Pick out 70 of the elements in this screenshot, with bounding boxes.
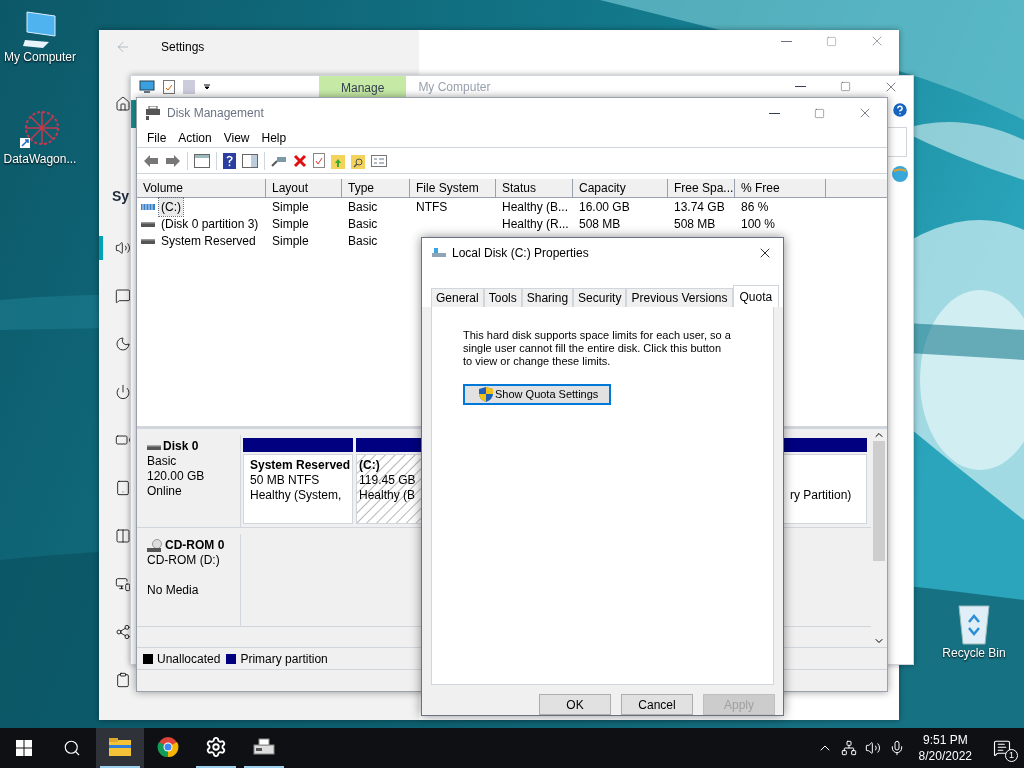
partition-block[interactable]: System Reserved 50 MB NTFS Healthy (System, [243,454,353,524]
column-header[interactable]: % Free [735,179,826,197]
column-header[interactable]: File System [410,179,496,197]
column-header[interactable]: Free Spa... [668,179,735,197]
icon-label: Recycle Bin [942,646,1006,661]
disk-type: CD-ROM (D:) [147,553,221,568]
ribbon-tab[interactable]: Manage [319,76,407,97]
table-cell: Healthy (R... [502,216,569,231]
notification-badge: 1 [1005,749,1018,762]
table-cell: Basic [348,199,378,214]
section-heading: Sy [112,188,130,204]
table-cell[interactable]: System Reserved [159,231,258,250]
tab[interactable]: Sharing [521,288,574,308]
icon-label: DataWagon... [3,152,77,167]
partition-block[interactable]: ry Partition) [783,454,867,524]
menu-item[interactable]: File [141,128,173,147]
quota-settings-button[interactable]: Show Quota Settings [463,384,611,406]
icon-label: My Computer [4,50,76,65]
table-cell: Simple [272,216,309,231]
tab[interactable]: Security [573,288,627,308]
table-cell[interactable]: (Disk 0 partition 3) [159,214,261,233]
table-cell: 508 MB [579,216,621,231]
column-header[interactable]: Capacity [573,179,668,197]
disk-name: Disk 0 [163,439,199,454]
table-cell: Simple [272,233,309,248]
table-cell: Basic [348,216,378,231]
tab[interactable]: Tools [483,288,522,308]
column-header[interactable]: Type [342,179,410,197]
table-cell: 100 % [741,216,776,231]
tab[interactable]: Previous Versions [626,288,733,308]
table-cell: Simple [272,199,309,214]
table-cell: 86 % [741,199,769,214]
clock-time: 9:51 PM [922,732,968,748]
legend-label: Primary partition [240,650,328,668]
window-title: Disk Management [167,105,264,122]
disk-status: No Media [147,583,200,598]
dialog-button[interactable]: OK [539,694,611,715]
partition-block[interactable]: (C:) 119.45 GB Healthy (B [356,454,422,524]
column-header[interactable]: Status [496,179,573,197]
description-text: This hard disk supports space limits for each user, so a single user cannot fill the entire disk. Click this button to view or change these limits. [463,329,732,369]
window-title: My Computer [417,78,491,96]
dialog-button[interactable]: Cancel [621,694,693,715]
column-header[interactable]: Layout [266,179,342,197]
disk-size: 120.00 GB [147,469,206,484]
dialog-title: Local Disk (C:) Properties [452,244,589,262]
partition-size: 119.45 GB [359,473,417,488]
menu-item[interactable]: Help [255,128,293,147]
menu-item[interactable]: Action [172,128,218,147]
disk-type: Basic [147,454,178,469]
table-cell[interactable]: (C:) [159,197,183,216]
clock[interactable]: 9:51 PM 8/20/2022 [910,732,980,764]
table-cell: Healthy (B... [502,199,569,214]
disk-name: CD-ROM 0 [165,538,225,553]
partition-status: ry Partition) [790,488,853,503]
table-cell: 13.74 GB [674,199,725,214]
table-cell: Basic [348,233,378,248]
window-title: Settings [161,39,205,56]
tab[interactable]: Quota [732,285,780,308]
disk-status: Online [147,484,183,499]
clock-date: 8/20/2022 [918,748,972,764]
partition-status: Healthy (B [359,488,417,503]
tab[interactable]: General [431,288,484,308]
table-cell: NTFS [416,199,448,214]
legend-label: Unallocated [157,650,221,668]
menu-item[interactable]: View [217,128,256,147]
partition-name: (C:) [359,458,381,473]
table-cell: 16.00 GB [579,199,630,214]
partition-size: 50 MB NTFS [250,473,321,488]
table-cell: 508 MB [674,216,716,231]
partition-status: Healthy (System, [250,488,343,503]
